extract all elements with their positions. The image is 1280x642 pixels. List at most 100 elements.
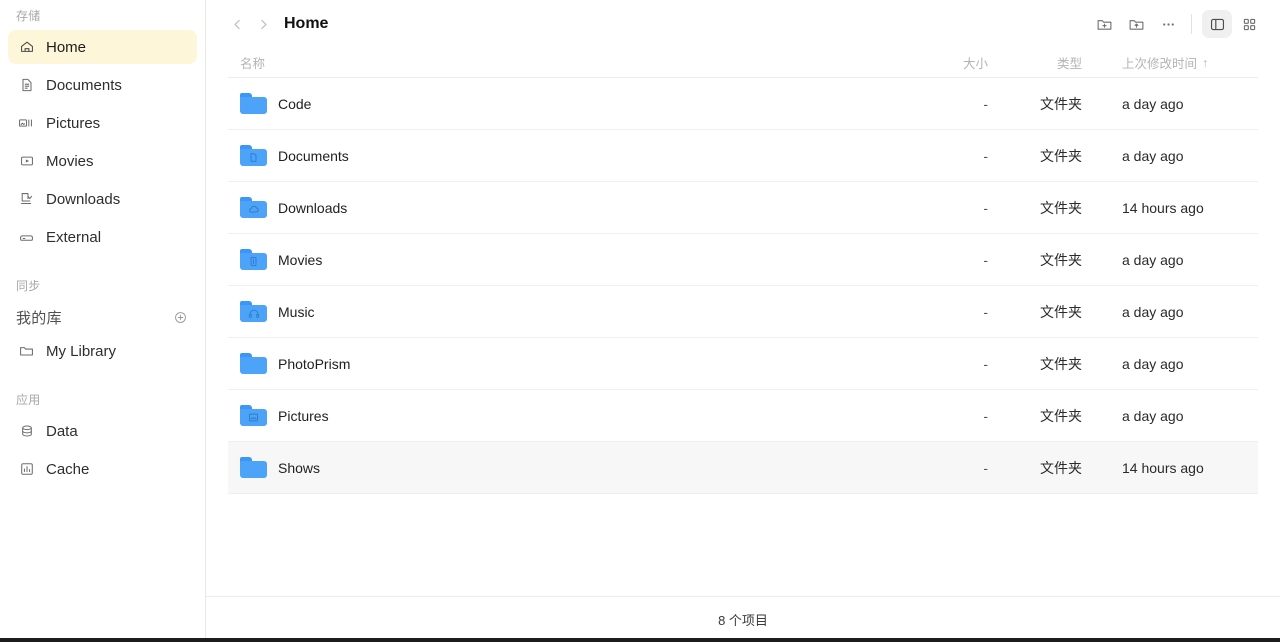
file-modified-cell: a day ago	[1122, 355, 1184, 372]
file-modified-cell: 14 hours ago	[1122, 199, 1204, 216]
file-type-cell: 文件夹	[1040, 147, 1082, 164]
database-icon	[18, 423, 35, 440]
my-library-label: 我的库	[16, 309, 62, 327]
sidebar-item-downloads[interactable]: Downloads	[8, 182, 197, 216]
home-icon	[18, 39, 35, 56]
file-type-cell: 文件夹	[1040, 459, 1082, 476]
sidebar-item-label: Cache	[46, 460, 90, 478]
folder-icon	[240, 457, 267, 478]
sidebar-item-label: Documents	[46, 76, 122, 94]
window-bottom-edge	[0, 638, 1280, 642]
file-type-cell: 文件夹	[1040, 407, 1082, 424]
my-library-header: 我的库	[8, 300, 197, 334]
folder-icon	[18, 343, 35, 360]
sidebar-item-label: Movies	[46, 152, 94, 170]
file-modified-cell: 14 hours ago	[1122, 459, 1204, 476]
file-size-cell: -	[983, 147, 988, 164]
sidebar-item-cache[interactable]: Cache	[8, 452, 197, 486]
table-row[interactable]: Music - 文件夹 a day ago	[228, 286, 1258, 338]
sidebar-item-pictures[interactable]: Pictures	[8, 106, 197, 140]
sidebar-section-title: 同步	[16, 279, 41, 293]
movies-icon	[18, 153, 35, 170]
sidebar: 存储 Home Documents Pictures Movies Downloads Ex…	[0, 0, 206, 642]
column-header-name[interactable]: 名称	[228, 53, 868, 72]
file-size-cell: -	[983, 355, 988, 372]
column-header-modified[interactable]: 上次修改时间 ↑	[1098, 53, 1258, 72]
file-name-cell: Code	[228, 93, 868, 114]
grid-view-icon[interactable]	[1234, 10, 1264, 38]
folder-film-glyph-icon	[247, 256, 260, 267]
table-row[interactable]: Code - 文件夹 a day ago	[228, 78, 1258, 130]
plus-circle-icon[interactable]	[171, 308, 189, 326]
folder-icon	[240, 93, 267, 114]
folder-music-glyph-icon	[247, 308, 260, 319]
file-name-cell: Documents	[228, 145, 868, 166]
sort-ascending-icon: ↑	[1202, 55, 1209, 70]
file-name-label: PhotoPrism	[278, 355, 351, 372]
chart-box-icon	[18, 461, 35, 478]
forward-button[interactable]	[250, 11, 276, 37]
sidebar-item-external[interactable]: External	[8, 220, 197, 254]
sidebar-item-documents[interactable]: Documents	[8, 68, 197, 102]
more-options-icon[interactable]	[1153, 10, 1183, 38]
file-name-cell: PhotoPrism	[228, 353, 868, 374]
file-type-cell: 文件夹	[1040, 199, 1082, 216]
folder-icon	[240, 301, 267, 322]
breadcrumb[interactable]: Home	[284, 15, 328, 33]
toolbar-divider	[1191, 14, 1192, 34]
toolbar-header: Home	[206, 0, 1280, 48]
folder-icon	[240, 405, 267, 426]
file-name-cell: Downloads	[228, 197, 868, 218]
sidebar-section-title: 存储	[16, 9, 41, 23]
back-button[interactable]	[224, 11, 250, 37]
new-folder-icon[interactable]	[1089, 10, 1119, 38]
sidebar-item-label: Home	[46, 38, 87, 56]
folder-icon	[240, 145, 267, 166]
item-count-label: 8 个项目	[718, 613, 768, 628]
external-drive-icon	[18, 229, 35, 246]
folder-icon	[240, 353, 267, 374]
file-size-cell: -	[983, 459, 988, 476]
folder-icon	[240, 249, 267, 270]
file-modified-cell: a day ago	[1122, 147, 1184, 164]
sidebar-item-my-library[interactable]: My Library	[8, 334, 197, 368]
file-type-cell: 文件夹	[1040, 251, 1082, 268]
file-name-label: Shows	[278, 459, 321, 476]
file-type-cell: 文件夹	[1040, 355, 1082, 372]
folder-upload-icon[interactable]	[1121, 10, 1151, 38]
folder-doc-glyph-icon	[247, 152, 260, 163]
file-modified-cell: a day ago	[1122, 95, 1184, 112]
folder-image-glyph-icon	[247, 412, 260, 423]
file-size-cell: -	[983, 251, 988, 268]
sidebar-toggle-icon[interactable]	[1202, 10, 1232, 38]
table-row[interactable]: Pictures - 文件夹 a day ago	[228, 390, 1258, 442]
table-row[interactable]: PhotoPrism - 文件夹 a day ago	[228, 338, 1258, 390]
table-row[interactable]: Downloads - 文件夹 14 hours ago	[228, 182, 1258, 234]
file-size-cell: -	[983, 95, 988, 112]
table-row[interactable]: Movies - 文件夹 a day ago	[228, 234, 1258, 286]
sidebar-item-data[interactable]: Data	[8, 414, 197, 448]
file-name-label: Movies	[278, 251, 323, 268]
download-icon	[18, 191, 35, 208]
document-icon	[18, 77, 35, 94]
file-name-cell: Music	[228, 301, 868, 322]
table-row[interactable]: Shows - 文件夹 14 hours ago	[228, 442, 1258, 494]
file-list: 名称 大小 类型 上次修改时间 ↑ Code - 文件夹 a day ago Docum…	[206, 48, 1280, 596]
column-header-size[interactable]: 大小	[868, 53, 988, 72]
file-modified-cell: a day ago	[1122, 251, 1184, 268]
file-name-cell: Movies	[228, 249, 868, 270]
file-name-label: Pictures	[278, 407, 329, 424]
table-header: 名称 大小 类型 上次修改时间 ↑	[228, 48, 1258, 78]
sidebar-item-home[interactable]: Home	[8, 30, 197, 64]
file-size-cell: -	[983, 199, 988, 216]
file-name-label: Documents	[278, 147, 349, 164]
file-size-cell: -	[983, 303, 988, 320]
table-row[interactable]: Documents - 文件夹 a day ago	[228, 130, 1258, 182]
file-modified-cell: a day ago	[1122, 303, 1184, 320]
sidebar-item-movies[interactable]: Movies	[8, 144, 197, 178]
file-type-cell: 文件夹	[1040, 95, 1082, 112]
column-header-type[interactable]: 类型	[988, 53, 1098, 72]
